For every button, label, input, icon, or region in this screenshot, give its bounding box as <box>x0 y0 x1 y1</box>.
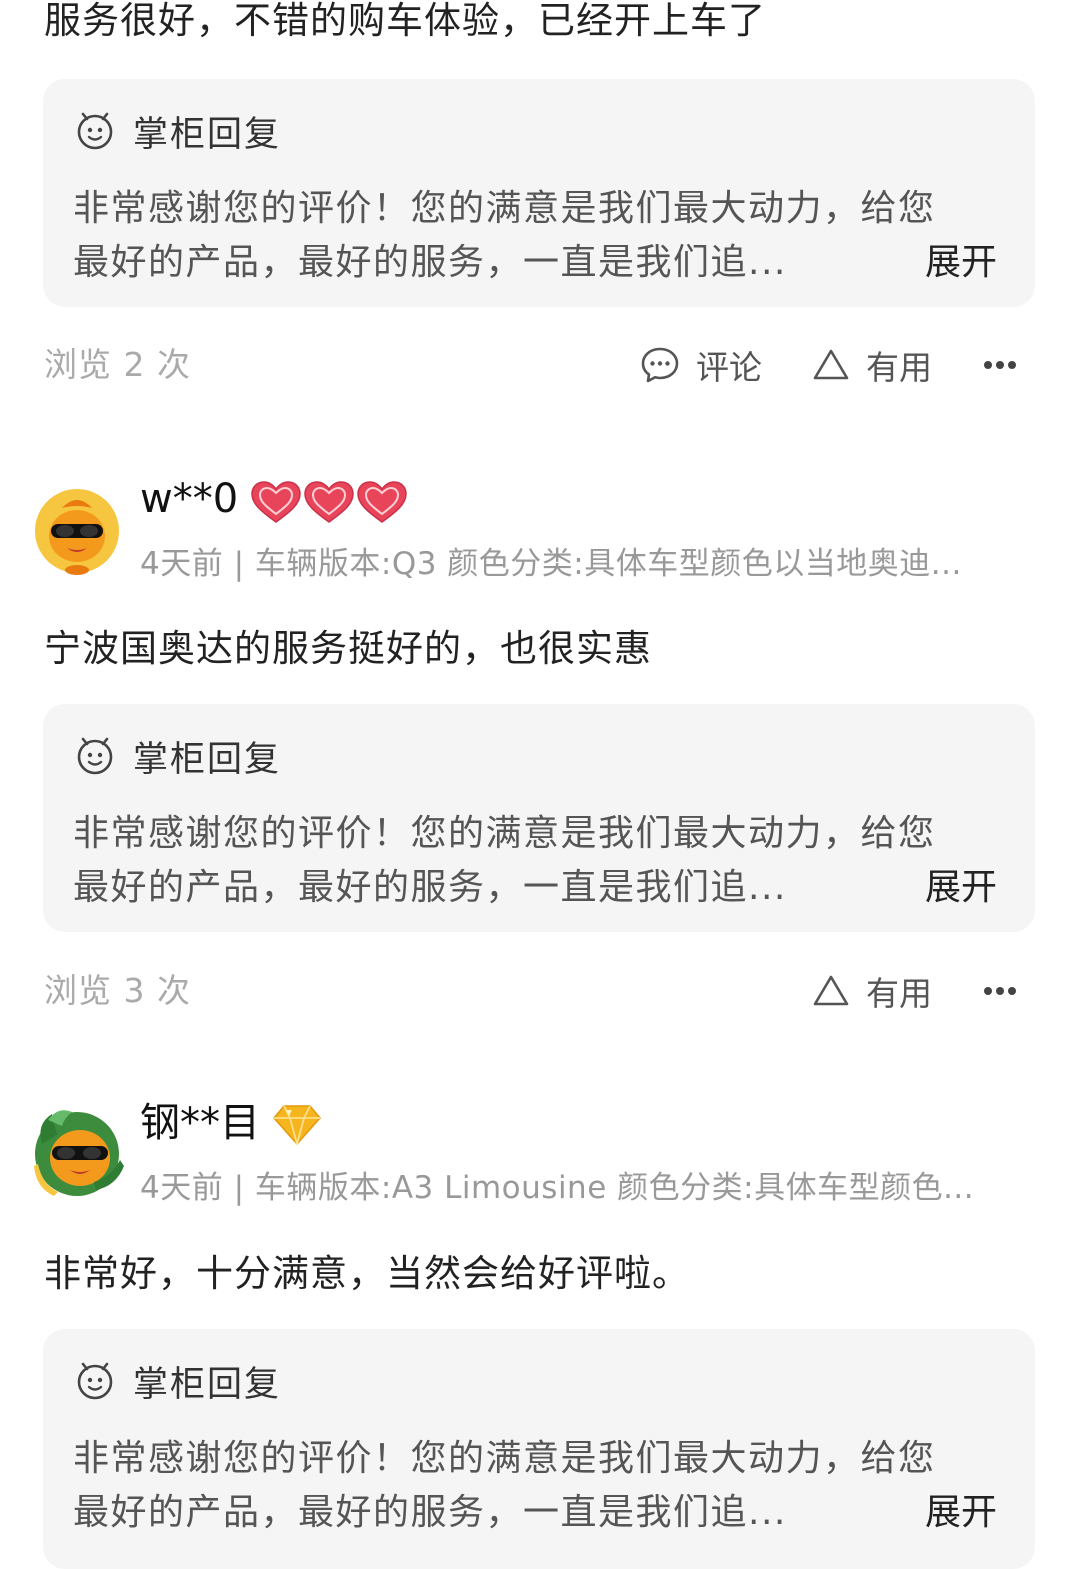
merchant-reply: 掌柜回复 非常感谢您的评价！您的满意是我们最大动力，给您 最好的产品，最好的服务… <box>43 79 1035 307</box>
comment-button[interactable]: 评论 <box>640 340 762 390</box>
reply-text-line: 非常感谢您的评价！您的满意是我们最大动力，给您 <box>73 813 936 854</box>
review-text: 服务很好，不错的购车体验，已经开上车了 <box>44 0 766 42</box>
review-text: 非常好，十分满意，当然会给好评啦。 <box>44 1252 690 1295</box>
avatar[interactable] <box>32 486 122 576</box>
smile-face-icon <box>77 1362 113 1400</box>
review-header: 钢**目 4天前 | 车辆版本:A3 Limousine 颜色分类:具体车型颜色… <box>0 1098 1080 1238</box>
member-level-badges <box>250 480 408 524</box>
heart-badge-icon <box>251 481 301 523</box>
reply-title: 掌柜回复 <box>133 739 282 780</box>
expand-button[interactable]: 展开 <box>925 858 997 910</box>
more-options-icon[interactable] <box>980 352 1020 378</box>
review-list: 服务很好，不错的购车体验，已经开上车了 掌柜回复 非常感谢您的评价！您的满意是我… <box>0 0 1080 1569</box>
diamond-badge-icon <box>273 1105 321 1145</box>
useful-label: 有用 <box>866 348 932 387</box>
smile-face-icon <box>77 112 113 150</box>
expand-button[interactable]: 展开 <box>925 1483 997 1535</box>
triangle-up-icon <box>813 975 849 1006</box>
reply-header: 掌柜回复 <box>75 734 281 780</box>
useful-label: 有用 <box>866 974 932 1013</box>
review-actions: 浏览 3 次 有用 <box>0 966 1080 1016</box>
triangle-up-icon <box>813 349 849 380</box>
username[interactable]: w**0 <box>140 474 238 524</box>
reply-header: 掌柜回复 <box>75 109 281 155</box>
review-meta: 4天前 | 车辆版本:Q3 颜色分类:具体车型颜色以当地奥迪... <box>140 546 962 582</box>
username[interactable]: 钢**目 <box>140 1098 260 1148</box>
reply-title: 掌柜回复 <box>133 114 282 155</box>
view-count: 浏览 3 次 <box>44 971 191 1010</box>
reply-text-line: 最好的产品，最好的服务，一直是我们追... <box>73 242 787 283</box>
more-options-icon[interactable] <box>980 978 1020 1004</box>
useful-button[interactable]: 有用 <box>812 340 932 390</box>
review-meta: 4天前 | 车辆版本:A3 Limousine 颜色分类:具体车型颜色... <box>140 1170 975 1206</box>
member-level-badges <box>272 1102 322 1146</box>
reply-text-line: 非常感谢您的评价！您的满意是我们最大动力，给您 <box>73 1438 936 1479</box>
useful-button[interactable]: 有用 <box>812 966 932 1016</box>
avatar[interactable] <box>28 1104 126 1202</box>
comment-label: 评论 <box>696 348 762 387</box>
merchant-reply: 掌柜回复 非常感谢您的评价！您的满意是我们最大动力，给您 最好的产品，最好的服务… <box>43 1329 1035 1569</box>
review-header: w**0 4天前 | 车辆版本:Q3 颜色分类:具体车型颜色以当地奥迪... <box>0 474 1080 614</box>
reply-text-line: 最好的产品，最好的服务，一直是我们追... <box>73 1492 787 1533</box>
merchant-reply: 掌柜回复 非常感谢您的评价！您的满意是我们最大动力，给您 最好的产品，最好的服务… <box>43 704 1035 932</box>
reply-text-line: 非常感谢您的评价！您的满意是我们最大动力，给您 <box>73 188 936 229</box>
reply-text-line: 最好的产品，最好的服务，一直是我们追... <box>73 867 787 908</box>
review-text: 宁波国奥达的服务挺好的，也很实惠 <box>44 627 652 670</box>
heart-badge-icon <box>304 481 354 523</box>
expand-button[interactable]: 展开 <box>925 233 997 285</box>
comment-bubble-icon <box>641 347 679 383</box>
review-actions: 浏览 2 次 评论 有用 <box>0 340 1080 390</box>
view-count: 浏览 2 次 <box>44 345 191 384</box>
reply-title: 掌柜回复 <box>133 1364 282 1405</box>
smile-face-icon <box>77 737 113 775</box>
reply-header: 掌柜回复 <box>75 1359 281 1405</box>
heart-badge-icon <box>357 481 407 523</box>
